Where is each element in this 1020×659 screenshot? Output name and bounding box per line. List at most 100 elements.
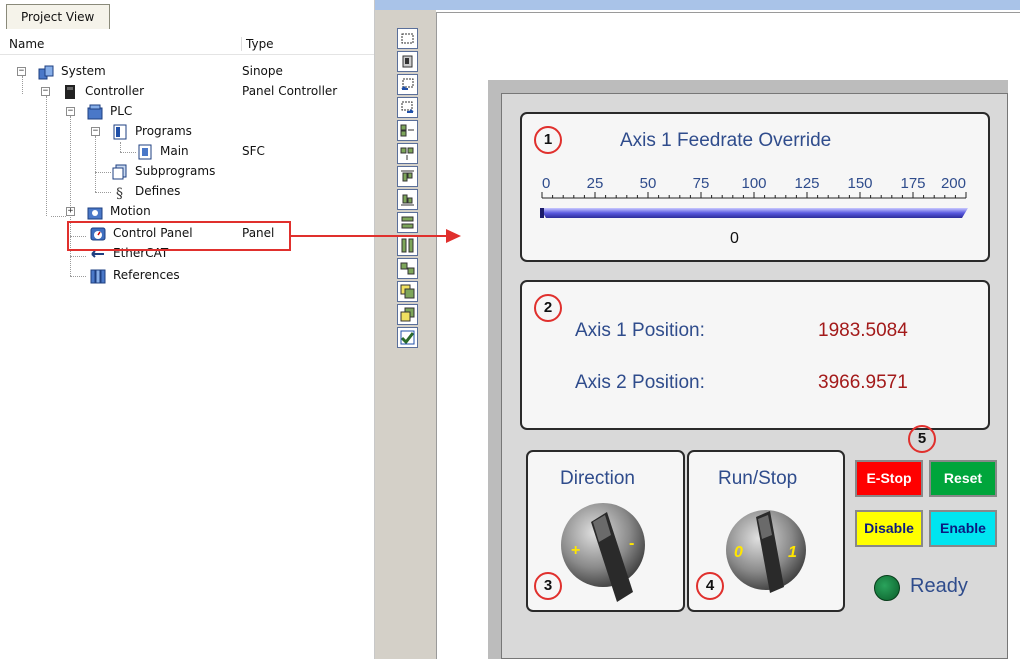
subprograms-icon [112, 164, 127, 180]
align-horizontal-button[interactable] [397, 120, 418, 141]
e-stop-button[interactable]: E-Stop [855, 460, 923, 497]
axis2-position-label: Axis 2 Position: [575, 372, 705, 393]
feedrate-scale-label: 50 [640, 175, 657, 192]
tree-item-plc[interactable]: − PLC [0, 102, 374, 122]
tree-item-label: System [61, 64, 106, 78]
tree-item-label: Defines [135, 184, 181, 198]
tree-item-programs[interactable]: − Programs [0, 122, 374, 142]
direction-minus-label: - [629, 535, 634, 552]
tree-item-type: Sinope [242, 64, 283, 78]
tree-item-system[interactable]: − System Sinope [0, 62, 374, 82]
tree-item-motion[interactable]: + Motion [0, 202, 374, 222]
references-icon [90, 269, 106, 284]
collapse-toggle[interactable]: − [66, 107, 75, 116]
ready-indicator-led [874, 575, 900, 601]
motion-icon [87, 207, 103, 220]
same-width-button[interactable] [397, 212, 418, 233]
tree-header: Name Type [0, 34, 374, 55]
run-stop-one-label: 1 [788, 544, 797, 561]
defines-icon: § [116, 186, 123, 200]
tree-item-main[interactable]: Main SFC [0, 142, 374, 162]
feedrate-slider-thumb[interactable] [540, 208, 544, 218]
properties-button[interactable] [397, 327, 418, 348]
bring-front-icon [402, 55, 413, 68]
controller-icon [65, 85, 75, 99]
run-stop-zero-label: 0 [734, 544, 743, 561]
column-header-name[interactable]: Name [9, 37, 44, 51]
align-right-button[interactable] [397, 97, 418, 118]
same-height-icon [401, 238, 414, 253]
run-stop-selector-switch[interactable]: 0 1 [722, 505, 812, 600]
feedrate-value: 0 [730, 230, 739, 247]
tree-item-label: PLC [110, 104, 133, 118]
align-left-icon [401, 78, 414, 90]
enable-button[interactable]: Enable [929, 510, 997, 547]
tree-item-label: Controller [85, 84, 145, 98]
select-icon [401, 33, 414, 44]
collapse-toggle[interactable]: − [41, 87, 50, 96]
align-left-button[interactable] [397, 74, 418, 95]
disable-button[interactable]: Disable [855, 510, 923, 547]
programs-icon [113, 124, 127, 140]
tree-item-label: References [113, 268, 180, 282]
bring-front-button[interactable] [397, 51, 418, 72]
tree-item-controller[interactable]: − Controller Panel Controller [0, 82, 374, 102]
align-vertical-button[interactable] [397, 143, 418, 164]
feedrate-scale-label: 100 [741, 175, 766, 192]
column-header-type[interactable]: Type [241, 37, 274, 51]
expand-toggle[interactable]: + [66, 207, 75, 216]
callout-1: 1 [534, 126, 562, 154]
align-right-icon [401, 101, 414, 113]
callout-4: 4 [696, 572, 724, 600]
project-view-tabbar: Project View [0, 0, 374, 30]
tree-item-references[interactable]: References [0, 266, 374, 286]
reset-button[interactable]: Reset [929, 460, 997, 497]
direction-selector-switch[interactable]: + - [553, 500, 663, 605]
system-icon [38, 65, 54, 80]
feedrate-scale-label: 125 [794, 175, 819, 192]
tree-item-label: Main [160, 144, 189, 158]
align-horizontal-icon [400, 124, 414, 137]
direction-title: Direction [560, 468, 635, 489]
group-icon [400, 284, 415, 299]
feedrate-scale-label: 25 [587, 175, 604, 192]
axis-positions-group [520, 280, 990, 430]
same-height-button[interactable] [397, 235, 418, 256]
align-top-button[interactable] [397, 166, 418, 187]
collapse-toggle[interactable]: − [91, 127, 100, 136]
align-bottom-button[interactable] [397, 189, 418, 210]
svg-text:§: § [116, 186, 123, 200]
feedrate-scale-label: 200 [941, 175, 966, 192]
axis1-position-value: 1983.5084 [818, 320, 908, 341]
feedrate-slider[interactable]: 0 25 50 75 100 125 150 175 200 [530, 168, 980, 228]
feedrate-scale-label: 75 [693, 175, 710, 192]
tree-item-type: Panel Controller [242, 84, 338, 98]
feedrate-title: Axis 1 Feedrate Override [620, 130, 832, 151]
callout-5: 5 [908, 425, 936, 453]
axis2-position-value: 3966.9571 [818, 372, 908, 393]
ungroup-button[interactable] [397, 304, 418, 325]
same-size-button[interactable] [397, 258, 418, 279]
control-panel-highlight-box [67, 221, 291, 251]
tab-project-view[interactable]: Project View [6, 4, 110, 29]
ready-status-label: Ready [910, 575, 968, 597]
tree-item-defines[interactable]: § Defines [0, 182, 374, 202]
feedrate-scale-label: 175 [900, 175, 925, 192]
ungroup-icon [400, 307, 415, 322]
tree-item-label: Motion [110, 204, 151, 218]
plc-icon [87, 104, 103, 120]
align-bottom-icon [401, 194, 414, 206]
align-vertical-icon [400, 147, 414, 160]
run-stop-title: Run/Stop [718, 468, 798, 489]
group-button[interactable] [397, 281, 418, 302]
collapse-toggle[interactable]: − [17, 67, 26, 76]
align-top-icon [401, 170, 414, 182]
same-width-icon [401, 216, 414, 229]
feedrate-scale-ticks [541, 192, 967, 198]
editor-titlebar [375, 0, 1020, 10]
callout-3: 3 [534, 572, 562, 600]
feedrate-slider-track[interactable] [540, 208, 968, 218]
tree-item-subprograms[interactable]: Subprograms [0, 162, 374, 182]
tree-item-type: SFC [242, 144, 265, 158]
select-tool-button[interactable] [397, 28, 418, 49]
